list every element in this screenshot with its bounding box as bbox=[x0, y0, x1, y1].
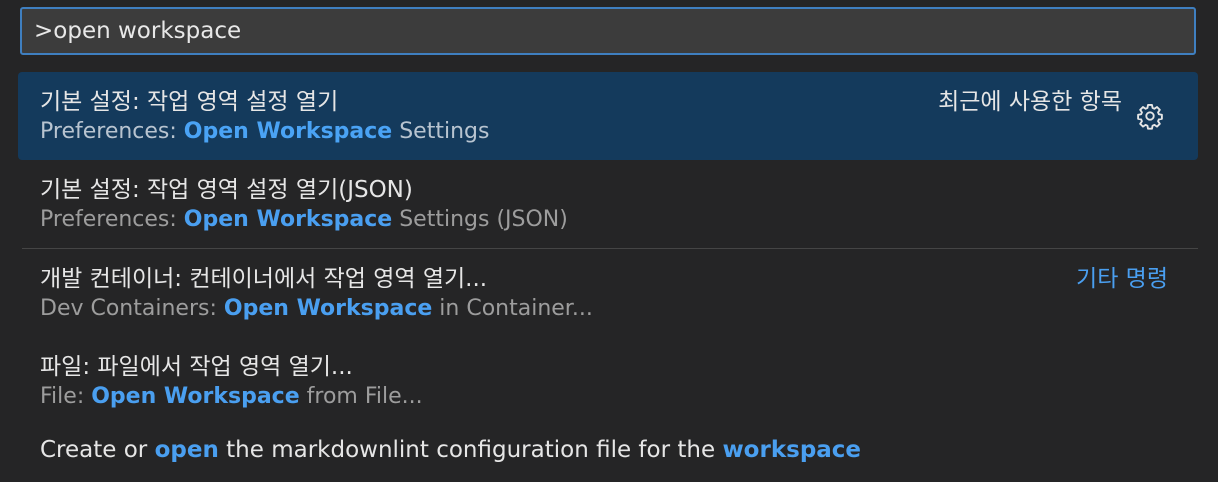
item-subtitle: Preferences: Open Workspace Settings (JS… bbox=[40, 207, 568, 232]
command-palette: 기본 설정: 작업 영역 설정 열기 Preferences: Open Wor… bbox=[0, 0, 1218, 482]
list-item-markdownlint-config[interactable]: Create or open the markdownlint configur… bbox=[18, 425, 1198, 475]
gear-icon[interactable] bbox=[1136, 102, 1164, 130]
item-subtitle: Dev Containers: Open Workspace in Contai… bbox=[40, 296, 593, 321]
other-commands-label: 기타 명령 bbox=[1076, 266, 1168, 292]
command-input-box[interactable] bbox=[20, 7, 1196, 55]
item-title: 파일: 파일에서 작업 영역 열기... bbox=[40, 354, 353, 380]
list-item-open-workspace-settings[interactable]: 기본 설정: 작업 영역 설정 열기 Preferences: Open Wor… bbox=[18, 72, 1198, 160]
command-input[interactable] bbox=[34, 9, 1174, 53]
list-item-open-workspace-in-container[interactable]: 개발 컨테이너: 컨테이너에서 작업 영역 열기... Dev Containe… bbox=[18, 249, 1198, 337]
recently-used-label: 최근에 사용한 항목 bbox=[938, 89, 1122, 115]
list-item-open-workspace-settings-json[interactable]: 기본 설정: 작업 영역 설정 열기(JSON) Preferences: Op… bbox=[18, 160, 1198, 248]
item-subtitle: Preferences: Open Workspace Settings bbox=[40, 119, 490, 144]
item-title: 기본 설정: 작업 영역 설정 열기 bbox=[40, 89, 339, 115]
list-item-open-workspace-from-file[interactable]: 파일: 파일에서 작업 영역 열기... File: Open Workspac… bbox=[18, 337, 1198, 425]
item-subtitle: File: Open Workspace from File... bbox=[40, 384, 423, 409]
item-title: 개발 컨테이너: 컨테이너에서 작업 영역 열기... bbox=[40, 266, 488, 292]
item-title: Create or open the markdownlint configur… bbox=[40, 437, 862, 463]
results-list: 기본 설정: 작업 영역 설정 열기 Preferences: Open Wor… bbox=[18, 72, 1198, 475]
item-title: 기본 설정: 작업 영역 설정 열기(JSON) bbox=[40, 177, 413, 203]
